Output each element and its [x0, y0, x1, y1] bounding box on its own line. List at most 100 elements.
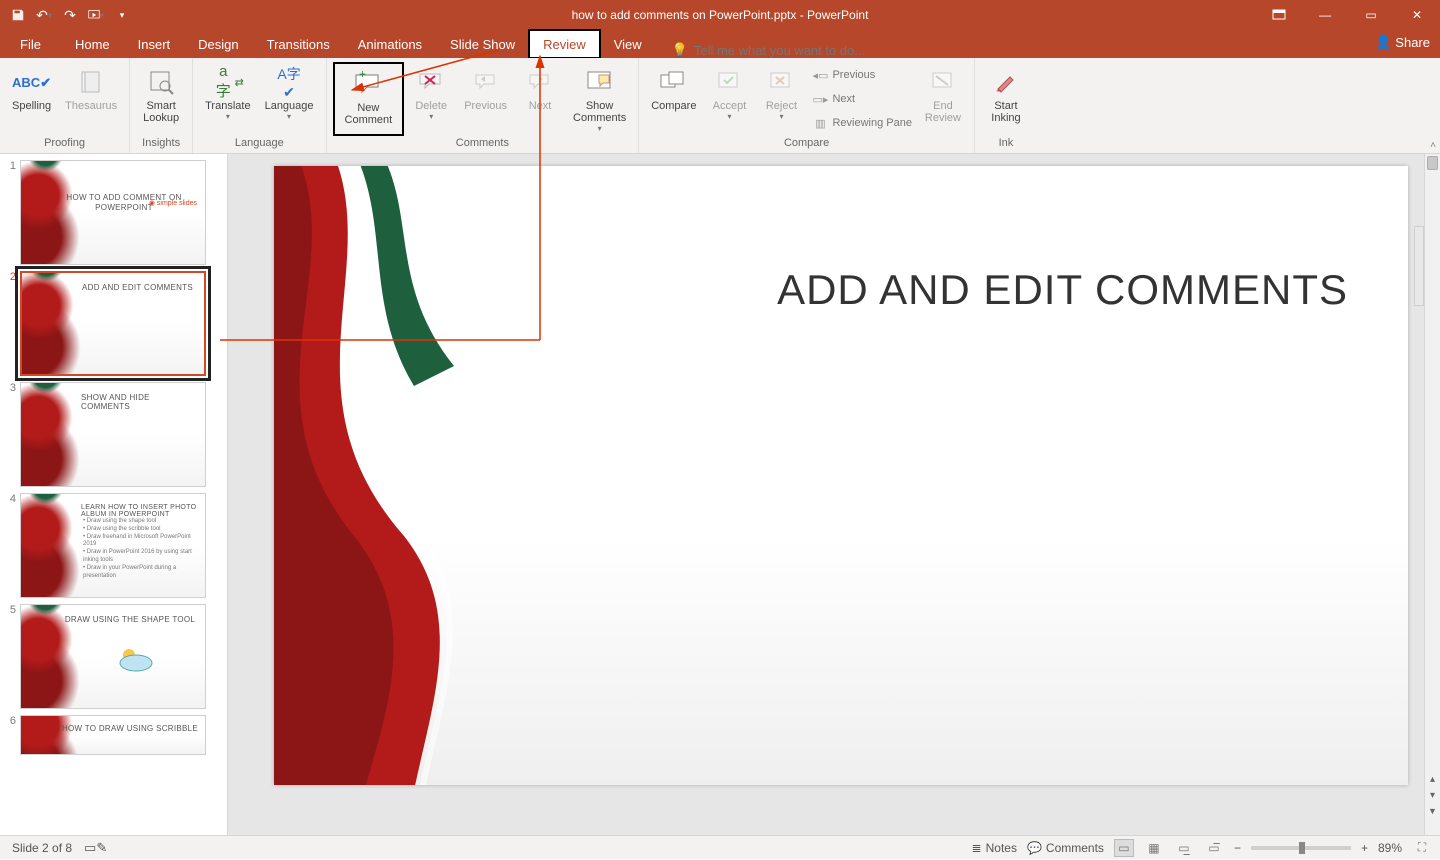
tab-home[interactable]: Home: [61, 31, 124, 58]
tab-file[interactable]: File: [0, 31, 61, 58]
delete-comment-button[interactable]: Delete ▾: [406, 62, 456, 136]
mini-scrollbar[interactable]: [1414, 226, 1424, 306]
thumbnail-row[interactable]: 3 SHOW AND HIDE COMMENTS: [0, 376, 227, 487]
spell-check-status-icon[interactable]: ▭✎: [84, 840, 107, 856]
slide-thumbnail-1[interactable]: HOW TO ADD COMMENT ON POWERPOINT ◉ simpl…: [20, 160, 206, 265]
thumbnail-row[interactable]: 6 HOW TO DRAW USING SCRIBBLE: [0, 709, 227, 755]
tab-transitions[interactable]: Transitions: [253, 31, 344, 58]
thesaurus-label: Thesaurus: [65, 100, 117, 112]
spelling-icon: ABC✔: [16, 66, 48, 98]
window-title: how to add comments on PowerPoint.pptx -…: [572, 8, 869, 22]
tell-me[interactable]: 💡: [672, 42, 894, 58]
tell-me-input[interactable]: [694, 43, 894, 58]
ribbon-display-options-icon[interactable]: [1256, 0, 1302, 30]
tab-slideshow[interactable]: Slide Show: [436, 31, 529, 58]
previous-change-icon: ◂▭: [812, 67, 828, 83]
zoom-slider-handle[interactable]: [1299, 842, 1305, 854]
zoom-percent[interactable]: 89%: [1378, 841, 1402, 855]
fit-to-window-icon[interactable]: ⛶: [1412, 839, 1432, 857]
reject-button: Reject ▾: [756, 62, 806, 136]
slide-thumbnail-4[interactable]: LEARN HOW TO INSERT PHOTO ALBUM IN POWER…: [20, 493, 206, 598]
previous-slide-icon[interactable]: ▴: [1425, 771, 1440, 787]
tab-review[interactable]: Review: [529, 30, 600, 58]
tab-view[interactable]: View: [600, 31, 656, 58]
slide-sorter-view-icon[interactable]: ▦: [1144, 839, 1164, 857]
normal-view-icon[interactable]: ▭: [1114, 839, 1134, 857]
share-icon: 👤: [1375, 34, 1391, 50]
share-label: Share: [1395, 35, 1430, 50]
slide-title-text[interactable]: ADD AND EDIT COMMENTS: [777, 266, 1348, 314]
thumbnail-row[interactable]: 1 HOW TO ADD COMMENT ON POWERPOINT ◉ sim…: [0, 154, 227, 265]
slide-thumbnail-panel[interactable]: 1 HOW TO ADD COMMENT ON POWERPOINT ◉ sim…: [0, 154, 228, 835]
group-proofing: Proofing: [44, 137, 85, 151]
slide-thumbnail-3[interactable]: SHOW AND HIDE COMMENTS: [20, 382, 206, 487]
zoom-in-icon[interactable]: +: [1361, 841, 1368, 855]
collapse-ribbon-icon[interactable]: ˄: [1430, 140, 1436, 151]
scroll-down-icon[interactable]: ▼: [1425, 803, 1440, 819]
reject-icon: [765, 66, 797, 98]
accept-button: Accept ▾: [704, 62, 754, 136]
cloud-sun-icon: [111, 645, 161, 677]
undo-icon[interactable]: ↶▾: [36, 7, 52, 23]
next-slide-icon[interactable]: ▾: [1425, 787, 1440, 803]
thumbnail-number: 4: [4, 493, 16, 598]
thumbnail-row[interactable]: 4 LEARN HOW TO INSERT PHOTO ALBUM IN POW…: [0, 487, 227, 598]
spelling-button[interactable]: ABC✔ Spelling: [6, 62, 57, 136]
slideshow-view-icon[interactable]: ▭̅: [1204, 839, 1224, 857]
language-icon: A字✔: [273, 66, 305, 98]
zoom-slider[interactable]: [1251, 846, 1351, 850]
slide-thumbnail-2[interactable]: ADD AND EDIT COMMENTS: [20, 271, 206, 376]
zoom-out-icon[interactable]: −: [1234, 841, 1241, 855]
delete-comment-label: Delete: [415, 100, 447, 112]
spelling-label: Spelling: [12, 100, 51, 112]
slide-thumbnail-5[interactable]: DRAW USING THE SHAPE TOOL: [20, 604, 206, 709]
restore-button[interactable]: ▭: [1348, 0, 1394, 30]
tab-design[interactable]: Design: [184, 31, 252, 58]
show-comments-label: Show Comments: [573, 100, 626, 124]
show-comments-button[interactable]: Show Comments ▾: [567, 62, 632, 136]
thumbnail-row[interactable]: 2 ADD AND EDIT COMMENTS: [0, 265, 227, 376]
redo-icon[interactable]: ↷: [62, 7, 78, 23]
notes-button[interactable]: ≣Notes: [972, 841, 1017, 855]
start-inking-label: Start Inking: [991, 100, 1020, 124]
end-review-icon: [927, 66, 959, 98]
tab-animations[interactable]: Animations: [344, 31, 436, 58]
previous-comment-label: Previous: [464, 100, 507, 112]
thumbnail-number: 3: [4, 382, 16, 487]
vertical-scrollbar[interactable]: ▲ ▴ ▾ ▼: [1424, 154, 1440, 835]
share-button[interactable]: 👤 Share: [1375, 34, 1430, 50]
tab-insert[interactable]: Insert: [124, 31, 185, 58]
compare-icon: [658, 66, 690, 98]
start-from-beginning-icon[interactable]: ▾: [88, 7, 104, 23]
save-icon[interactable]: [10, 7, 26, 23]
compare-next-button: ▭▸Next: [812, 88, 912, 110]
group-ink: Ink: [999, 137, 1014, 151]
new-comment-button[interactable]: + New Comment: [333, 62, 405, 136]
close-button[interactable]: ✕: [1394, 0, 1440, 30]
start-inking-button[interactable]: Start Inking: [981, 62, 1031, 136]
compare-button[interactable]: Compare: [645, 62, 702, 136]
comments-button[interactable]: 💬Comments: [1027, 841, 1104, 855]
smart-lookup-button[interactable]: Smart Lookup: [136, 62, 186, 136]
accept-label: Accept: [713, 100, 747, 112]
customize-qat-icon[interactable]: ▾: [114, 7, 130, 23]
translate-label: Translate: [205, 100, 250, 112]
end-review-label: End Review: [925, 100, 961, 124]
slide-position: Slide 2 of 8: [12, 841, 72, 855]
scroll-thumb[interactable]: [1427, 156, 1438, 170]
smart-lookup-icon: [145, 66, 177, 98]
language-button[interactable]: A字✔ Language ▾: [259, 62, 320, 136]
slide-editor[interactable]: ADD AND EDIT COMMENTS ▲ ▴ ▾ ▼: [238, 154, 1440, 835]
minimize-button[interactable]: —: [1302, 0, 1348, 30]
translate-button[interactable]: a字⇄ Translate ▾: [199, 62, 256, 136]
reviewing-pane-icon: ▥: [812, 115, 828, 131]
slide-canvas[interactable]: ADD AND EDIT COMMENTS: [274, 166, 1408, 785]
language-label: Language: [265, 100, 314, 112]
slide-thumbnail-6[interactable]: HOW TO DRAW USING SCRIBBLE: [20, 715, 206, 755]
reading-view-icon[interactable]: ▭̲: [1174, 839, 1194, 857]
thumbnail-row[interactable]: 5 DRAW USING THE SHAPE TOOL: [0, 598, 227, 709]
group-insights: Insights: [142, 137, 180, 151]
slide-background-graphic: [274, 166, 674, 785]
logo-text: ◉ simple slides: [149, 199, 197, 207]
thesaurus-button[interactable]: Thesaurus: [59, 62, 123, 136]
